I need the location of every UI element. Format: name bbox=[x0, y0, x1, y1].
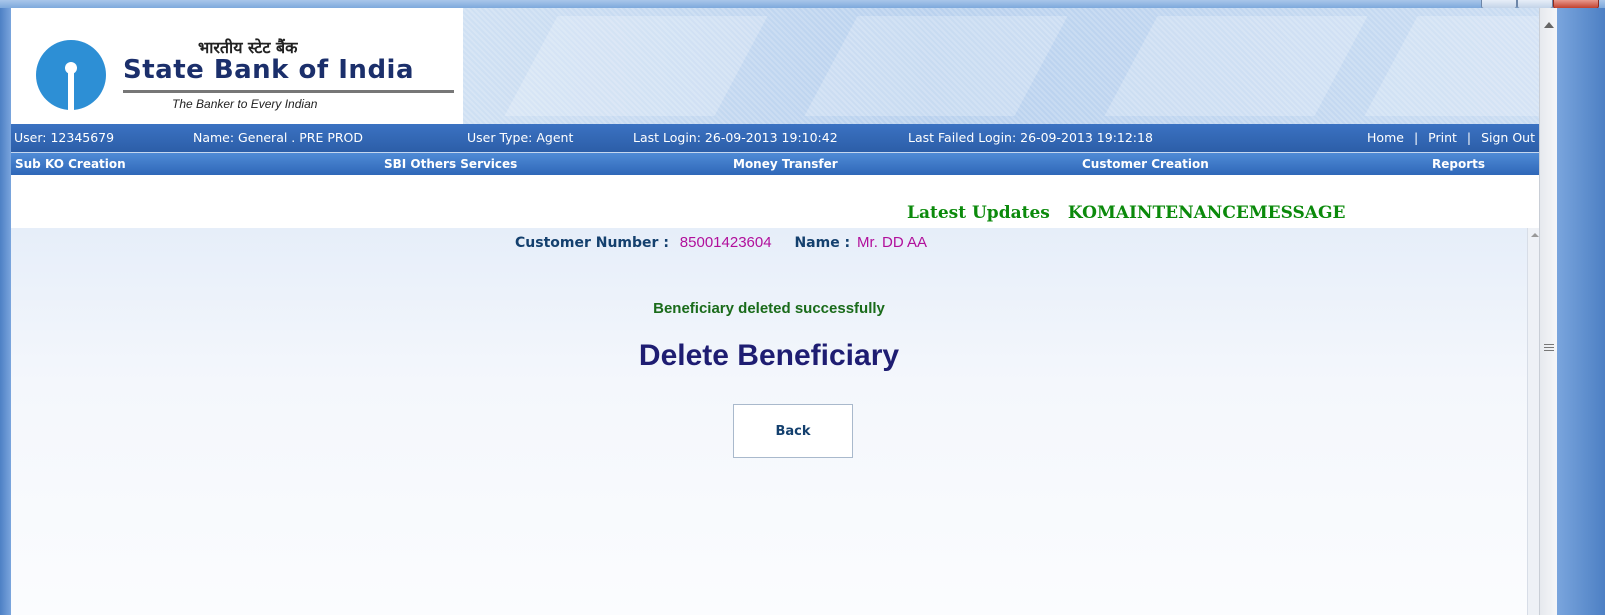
home-link[interactable]: Home bbox=[1367, 130, 1404, 145]
latest-updates-label: Latest Updates bbox=[907, 203, 1050, 223]
bank-tagline: The Banker to Every Indian bbox=[172, 97, 318, 111]
page-title: Delete Beneficiary bbox=[638, 339, 900, 372]
last-failed-login: Last Failed Login: 26-09-2013 19:12:18 bbox=[908, 130, 1153, 145]
success-message: Beneficiary deleted successfully bbox=[653, 300, 885, 317]
browser-page: भारतीय स्टेट बैंक State Bank of India Th… bbox=[11, 8, 1539, 615]
window-frame-left bbox=[0, 8, 11, 615]
customer-name-label: Name : bbox=[794, 235, 851, 251]
link-separator: | bbox=[1466, 130, 1472, 145]
menu-sub-ko-creation[interactable]: Sub KO Creation bbox=[15, 157, 126, 171]
customer-info: Customer Number : 85001423604 Name : Mr.… bbox=[515, 234, 927, 251]
banner-decoration bbox=[1364, 16, 1539, 116]
latest-updates-ticker: Latest Updates KOMAINTENANCEMESSAGE bbox=[907, 203, 1345, 223]
content-scrollbar[interactable] bbox=[1527, 228, 1539, 615]
content-scroll-up-icon[interactable] bbox=[1531, 233, 1539, 237]
window-titlebar bbox=[0, 0, 1605, 8]
print-link[interactable]: Print bbox=[1428, 130, 1457, 145]
user-info-bar: User: 12345679 Name: General . PRE PROD … bbox=[11, 124, 1539, 152]
page-scrollbar[interactable] bbox=[1539, 8, 1558, 615]
bank-name: State Bank of India bbox=[123, 55, 415, 85]
banner-decoration bbox=[1104, 16, 1368, 116]
menu-money-transfer[interactable]: Money Transfer bbox=[733, 157, 838, 171]
user-type: User Type: Agent bbox=[467, 130, 574, 145]
menu-customer-creation[interactable]: Customer Creation bbox=[1082, 157, 1209, 171]
sign-out-link[interactable]: Sign Out bbox=[1481, 130, 1535, 145]
menu-sbi-others-services[interactable]: SBI Others Services bbox=[384, 157, 517, 171]
back-button[interactable]: Back bbox=[733, 404, 853, 458]
logo-divider bbox=[123, 90, 454, 93]
link-separator: | bbox=[1413, 130, 1419, 145]
user-id: User: 12345679 bbox=[14, 130, 115, 145]
last-login: Last Login: 26-09-2013 19:10:42 bbox=[633, 130, 838, 145]
sbi-logo-icon bbox=[36, 40, 106, 110]
customer-number-label: Customer Number : bbox=[515, 235, 669, 251]
customer-number-value: 85001423604 bbox=[679, 234, 772, 251]
menu-reports[interactable]: Reports bbox=[1432, 157, 1485, 171]
scroll-up-icon[interactable] bbox=[1544, 22, 1554, 28]
window-frame-right bbox=[1557, 8, 1605, 615]
banner-decoration bbox=[804, 16, 1068, 116]
header-banner: भारतीय स्टेट बैंक State Bank of India Th… bbox=[11, 8, 1539, 124]
main-menu: Sub KO Creation SBI Others Services Mone… bbox=[11, 152, 1539, 175]
scroll-grip-icon[interactable] bbox=[1544, 344, 1554, 353]
window-controls bbox=[1481, 0, 1601, 9]
latest-updates-message: KOMAINTENANCEMESSAGE bbox=[1067, 203, 1346, 223]
header-links: Home | Print | Sign Out bbox=[1367, 130, 1535, 145]
banner-decoration bbox=[504, 16, 768, 116]
sbi-logo-block: भारतीय स्टेट बैंक State Bank of India Th… bbox=[11, 8, 463, 124]
user-name: Name: General . PRE PROD bbox=[193, 130, 364, 145]
customer-name-value: Mr. DD AA bbox=[857, 234, 928, 251]
